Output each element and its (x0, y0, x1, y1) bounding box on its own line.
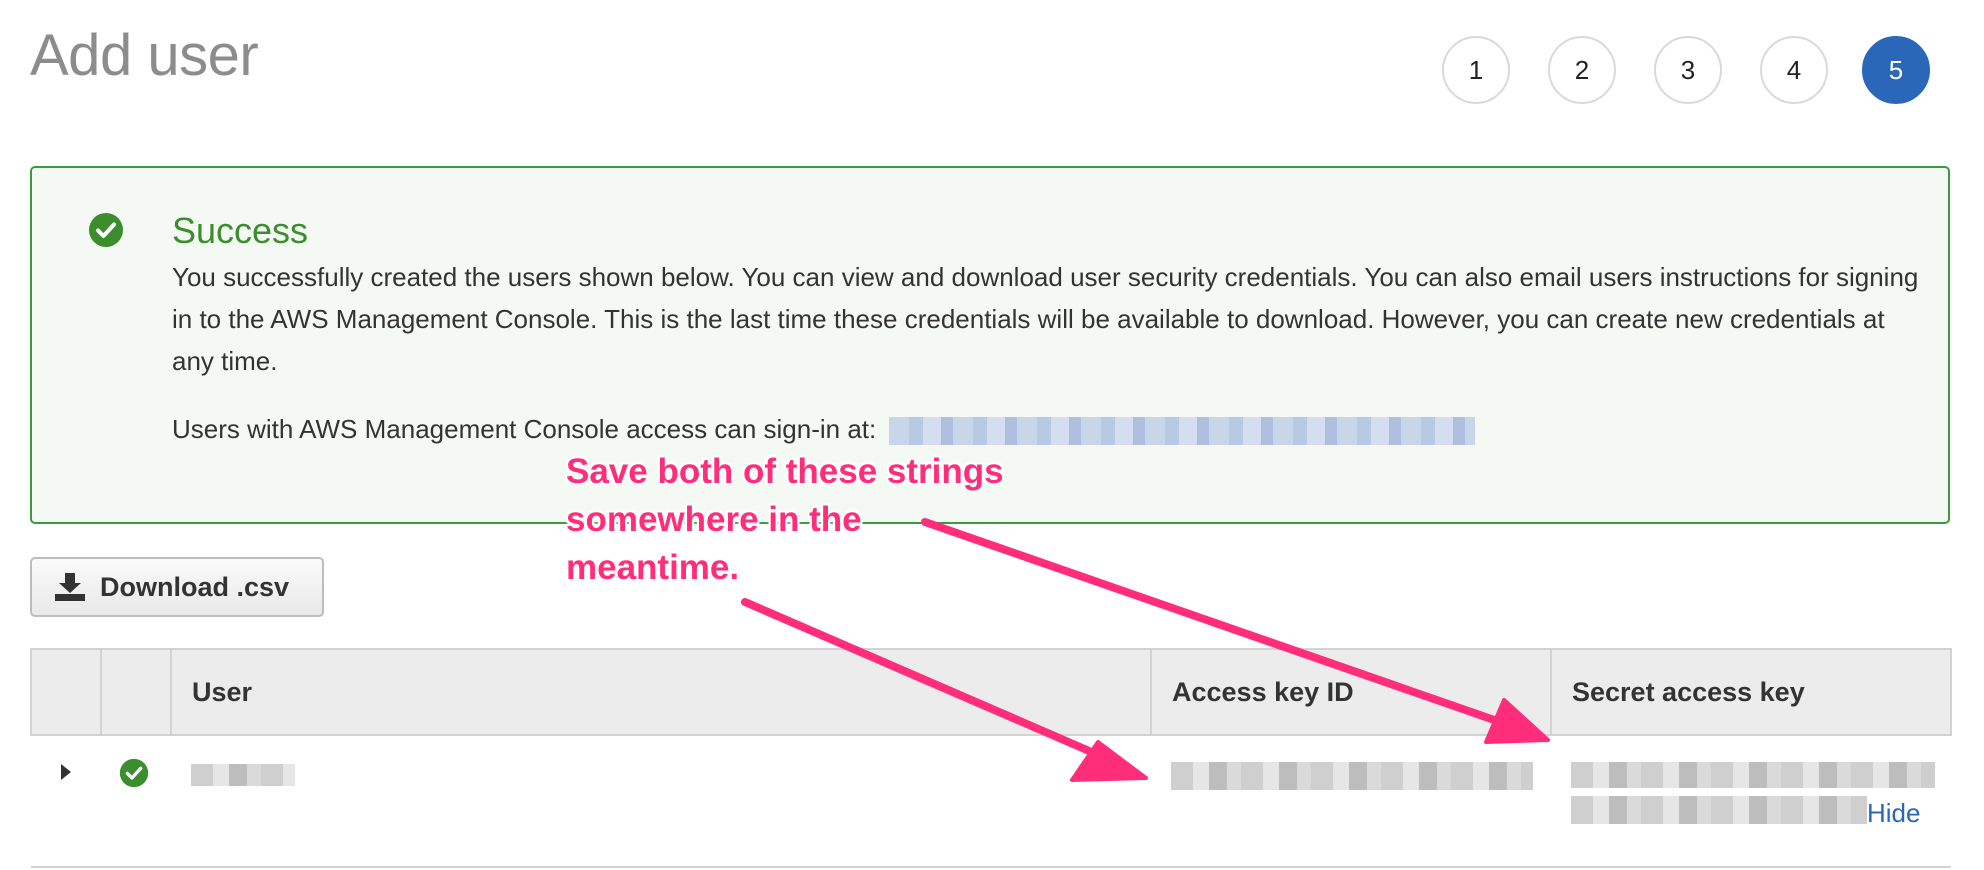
secret-access-key-cell: Hide (1551, 735, 1951, 868)
table-row: Hide (31, 735, 1951, 868)
triangle-right-icon[interactable] (59, 762, 73, 782)
column-header-access-key-id: Access key ID (1150, 648, 1552, 736)
success-message: You successfully created the users shown… (172, 262, 1919, 376)
table-header-row: User Access key ID Secret access key (30, 648, 1952, 736)
column-header-user: User (170, 648, 1152, 736)
annotation-line-2: somewhere in the (566, 500, 862, 539)
page-title: Add user (30, 23, 259, 88)
expand-cell (31, 735, 101, 868)
download-icon (55, 573, 85, 601)
username-redacted (191, 764, 295, 786)
secret-access-key-line1-redacted (1571, 762, 1935, 788)
step-4[interactable]: 4 (1760, 36, 1828, 104)
access-key-id-redacted (1171, 762, 1533, 790)
access-key-id-cell (1151, 735, 1551, 868)
annotation-line-3: meantime. (566, 548, 740, 587)
download-csv-button[interactable]: Download .csv (30, 557, 324, 617)
users-table: User Access key ID Secret access key Hid… (30, 648, 1952, 868)
step-3[interactable]: 3 (1654, 36, 1722, 104)
success-title: Success (172, 210, 309, 251)
download-csv-label: Download .csv (100, 571, 290, 602)
add-user-page: Add user 1 2 3 4 5 Success You successfu… (0, 0, 1984, 870)
annotation-note: Save both of these strings somewhere in … (566, 448, 1004, 592)
hide-secret-link[interactable]: Hide (1867, 798, 1920, 829)
check-circle-icon (89, 213, 123, 247)
step-1[interactable]: 1 (1442, 36, 1510, 104)
signin-url-link-redacted[interactable] (889, 417, 1476, 446)
signin-info: Users with AWS Management Console access… (172, 414, 1476, 446)
secret-access-key-line2-redacted (1571, 796, 1867, 824)
user-cell (171, 735, 1151, 868)
column-header-status (100, 648, 172, 736)
check-circle-icon (119, 758, 149, 788)
column-header-expand (30, 648, 102, 736)
signin-label: Users with AWS Management Console access… (172, 414, 877, 444)
step-5[interactable]: 5 (1862, 36, 1930, 104)
step-2[interactable]: 2 (1548, 36, 1616, 104)
status-cell (101, 735, 171, 868)
column-header-secret-access-key: Secret access key (1550, 648, 1952, 736)
annotation-line-1: Save both of these strings (566, 452, 1004, 491)
